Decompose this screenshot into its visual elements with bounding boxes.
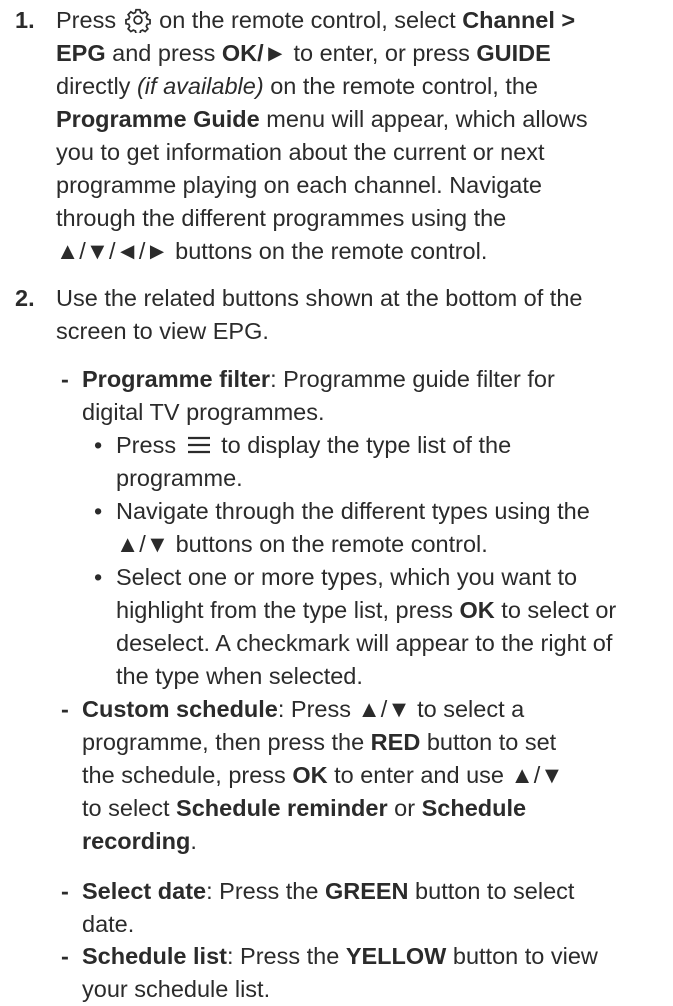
step1-l5: you to get information about the current…	[56, 139, 545, 165]
step-1-text: Press on the remote control, select Chan…	[56, 4, 666, 268]
if-available-note: (if available)	[136, 73, 264, 99]
epg-menu-label: EPG	[56, 40, 106, 66]
step-2-number: 2.	[15, 285, 35, 311]
ok-key-label: OK	[292, 762, 328, 788]
b1-b: to display the type list of the	[214, 432, 512, 458]
bullet-2-text: Navigate through the different types usi…	[116, 495, 673, 561]
custom-schedule-label: Custom schedule	[82, 696, 278, 722]
list-l1-c: button to view	[446, 943, 598, 969]
filter-l2: digital TV programmes.	[82, 399, 325, 425]
custom-l4-a: to select	[82, 795, 177, 821]
dash-marker: -	[61, 366, 69, 392]
b3-l4: the type when selected.	[116, 663, 363, 689]
date-l2: date.	[82, 911, 135, 937]
custom-l5-b: .	[190, 828, 197, 854]
b3-l3: deselect. A checkmark will appear to the…	[116, 630, 613, 656]
dash-marker: -	[61, 943, 69, 969]
custom-l4-c: or	[387, 795, 422, 821]
b1-a: Press	[116, 432, 183, 458]
ok-key-label: OK/►	[221, 40, 287, 66]
step1-l8: ▲/▼/◄/► buttons on the remote control.	[56, 238, 488, 264]
schedule-list-label: Schedule list	[82, 943, 227, 969]
b3-l2-c: to select or	[494, 597, 617, 623]
manual-page: 1. Press on the remote control, select C…	[0, 0, 673, 1002]
red-key-label: RED	[370, 729, 421, 755]
step1-l7: through the different programmes using t…	[56, 205, 507, 231]
date-l1-a: : Press the	[206, 878, 325, 904]
custom-l3-c: to enter and use ▲/▼	[327, 762, 564, 788]
custom-l2-c: button to set	[420, 729, 557, 755]
b2-l1: Navigate through the different types usi…	[116, 498, 590, 524]
programme-filter-text: Programme filter: Programme guide filter…	[82, 363, 666, 689]
custom-l1-rest: : Press ▲/▼ to select a	[277, 696, 525, 722]
bullet-marker: •	[94, 564, 103, 590]
list-l1-a: : Press the	[226, 943, 346, 969]
step1-l6: programme playing on each channel. Navig…	[56, 172, 542, 198]
step1-l3-a: directly	[56, 73, 137, 99]
custom-l2-a: programme, then press the	[82, 729, 371, 755]
step1-l1-a: Press	[56, 7, 123, 33]
list-l2: your schedule list.	[82, 976, 271, 1002]
bullet-3-text: Select one or more types, which you want…	[116, 561, 673, 693]
step-2-text: Use the related buttons shown at the bot…	[56, 282, 666, 1002]
bullet-marker: •	[94, 432, 103, 458]
step1-l2-d: to enter, or press	[286, 40, 477, 66]
ok-key-label: OK	[459, 597, 495, 623]
bullet-marker: •	[94, 498, 103, 524]
step1-l3-c: on the remote control, the	[263, 73, 538, 99]
step1-l2-b: and press	[105, 40, 222, 66]
step-1-number: 1.	[15, 7, 35, 33]
yellow-key-label: YELLOW	[345, 943, 447, 969]
green-key-label: GREEN	[324, 878, 409, 904]
custom-l3-a: the schedule, press	[82, 762, 293, 788]
programme-guide-label: Programme Guide	[56, 106, 260, 132]
schedule-label: Schedule	[421, 795, 527, 821]
b3-l1: Select one or more types, which you want…	[116, 564, 578, 590]
b3-l2-a: highlight from the type list, press	[116, 597, 460, 623]
channel-menu-label: Channel >	[462, 7, 576, 33]
guide-key-label: GUIDE	[476, 40, 551, 66]
date-l1-c: button to select	[408, 878, 575, 904]
select-date-text: Select date: Press the GREEN button to s…	[82, 875, 666, 941]
b1-l2: programme.	[116, 465, 243, 491]
menu-lines-icon	[187, 436, 210, 454]
b2-l2: ▲/▼ buttons on the remote control.	[116, 531, 488, 557]
programme-filter-label: Programme filter	[82, 366, 271, 392]
recording-label: recording	[82, 828, 191, 854]
dash-marker: -	[61, 878, 69, 904]
step2-l2: screen to view EPG.	[56, 318, 269, 344]
schedule-list-text: Schedule list: Press the YELLOW button t…	[82, 940, 666, 1006]
step1-l4-b: menu will appear, which allows	[259, 106, 588, 132]
filter-l1-rest: : Programme guide filter for	[270, 366, 555, 392]
bullet-1-text: Press to display the type list of the pr…	[116, 429, 673, 495]
custom-schedule-text: Custom schedule: Press ▲/▼ to select a p…	[82, 693, 666, 858]
step2-l1: Use the related buttons shown at the bot…	[56, 285, 583, 311]
step1-l1-b: on the remote control, select	[152, 7, 463, 33]
schedule-reminder-label: Schedule reminder	[176, 795, 388, 821]
dash-marker: -	[61, 696, 69, 722]
select-date-label: Select date	[82, 878, 207, 904]
gear-icon	[124, 8, 151, 33]
